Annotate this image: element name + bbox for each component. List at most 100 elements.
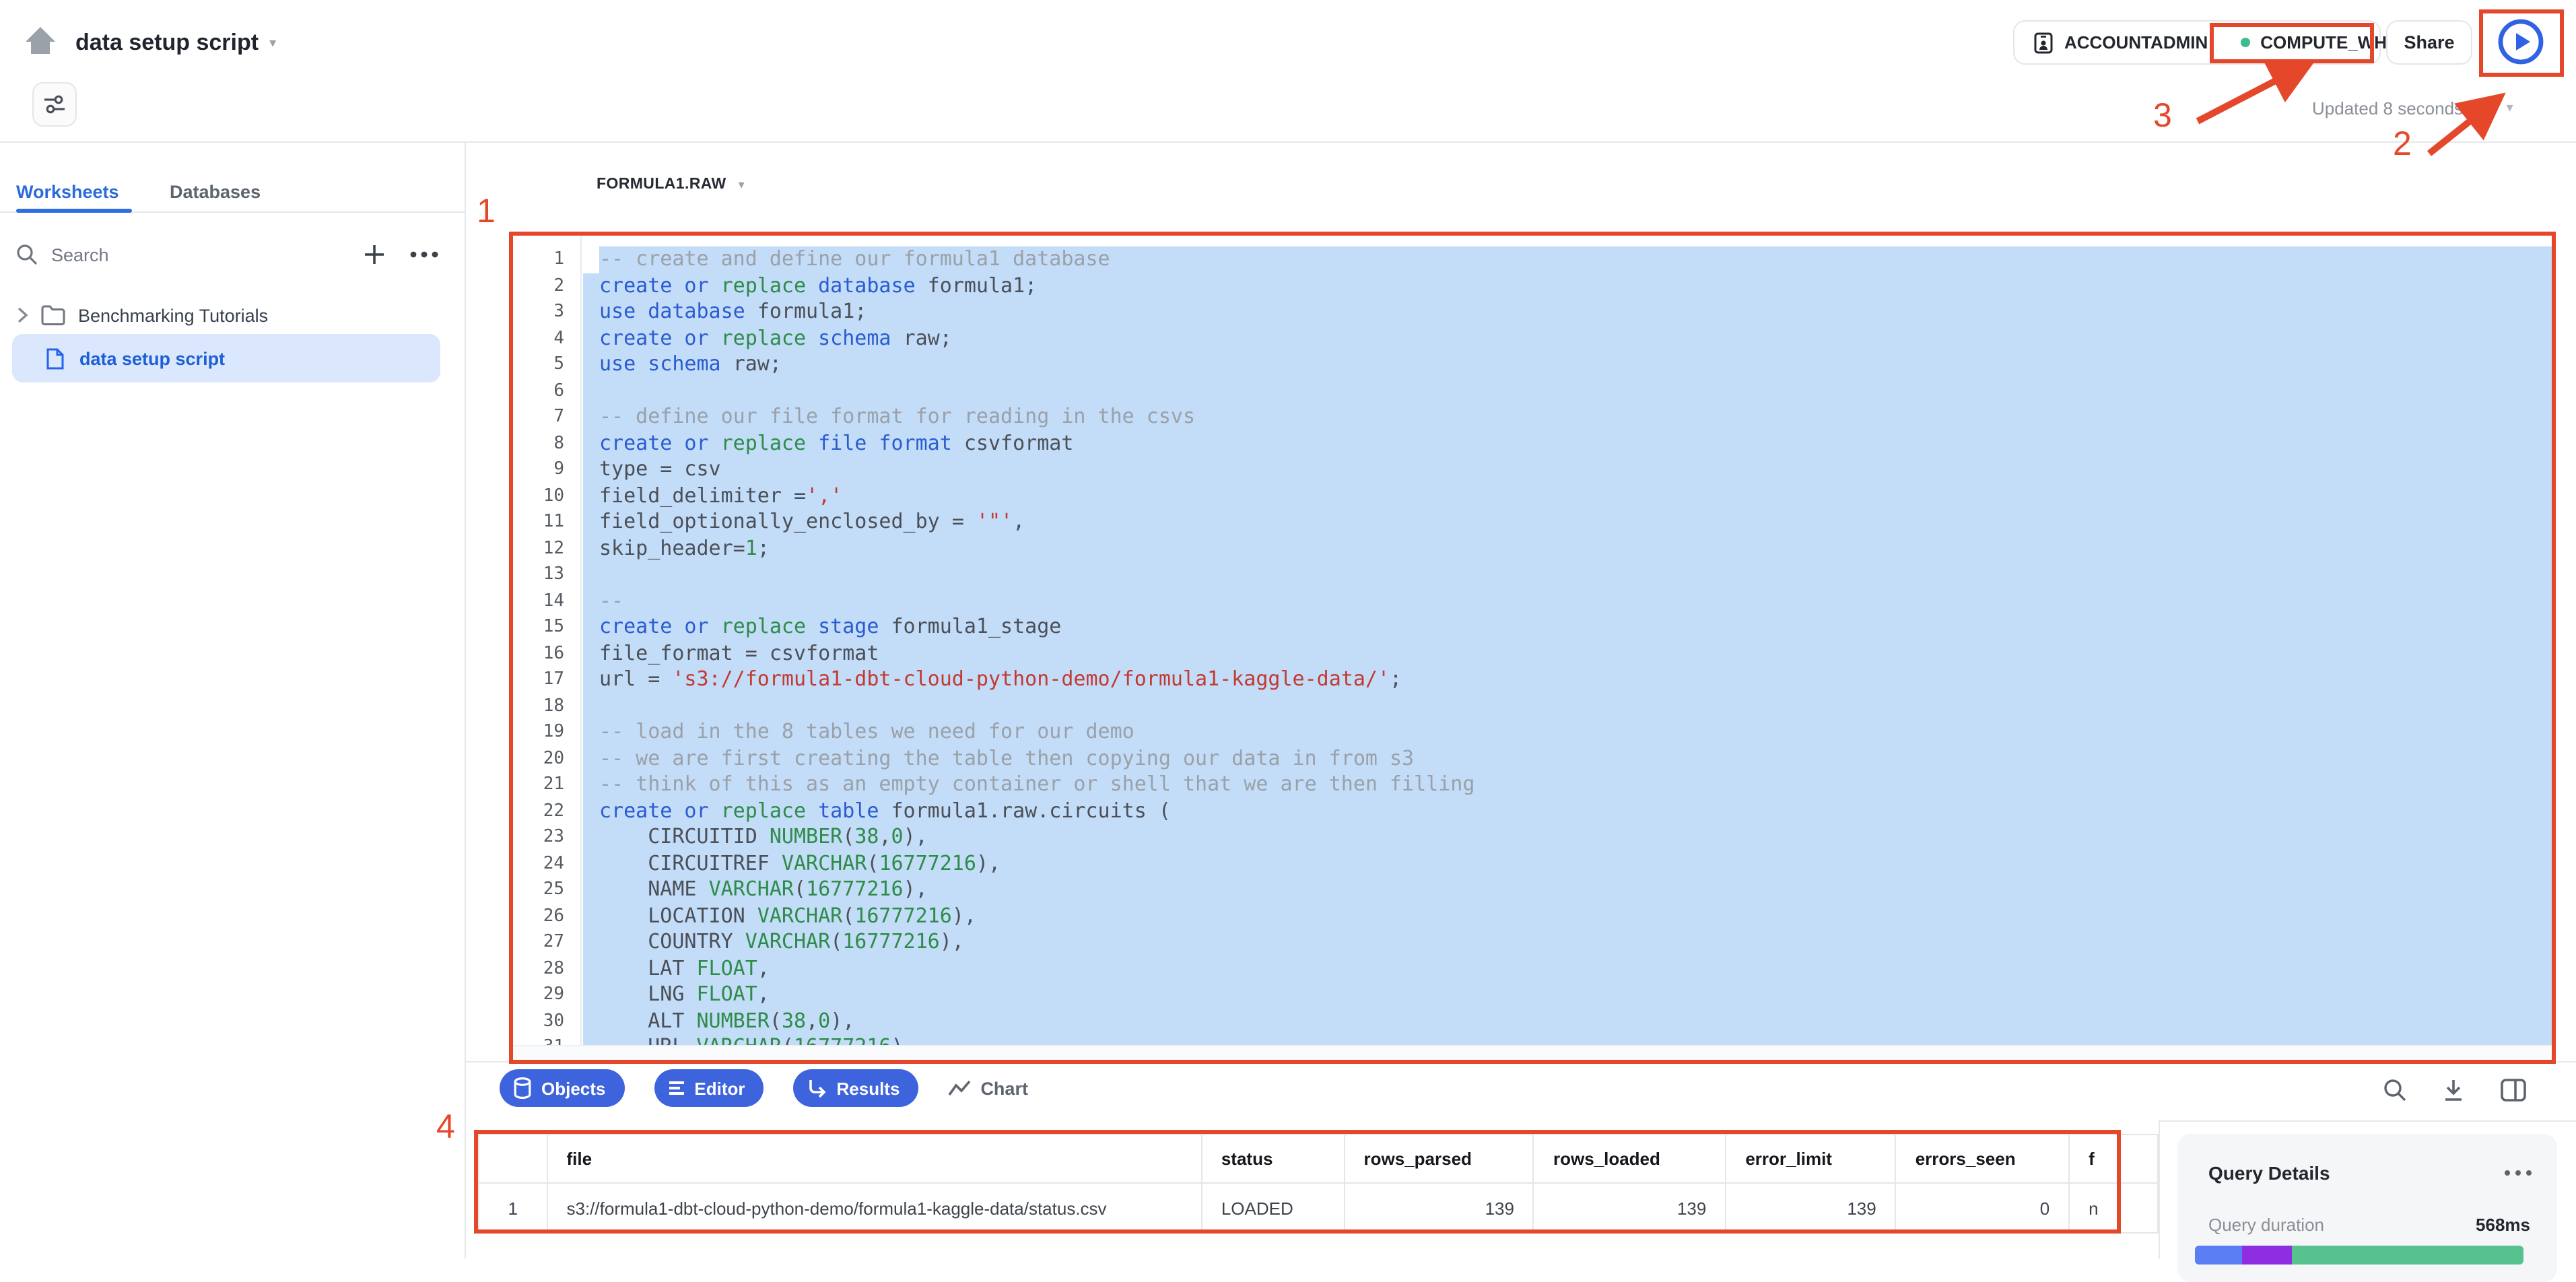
- line-number: 24: [509, 850, 580, 877]
- snowsight-worksheet-app: data setup script ▾ ACCOUNTADMIN COMPUTE…: [0, 0, 2576, 1259]
- search-results-icon[interactable]: [2383, 1079, 2406, 1102]
- sidebar-more-button[interactable]: [409, 250, 439, 259]
- annotation-arrow-3: [2198, 66, 2304, 121]
- updated-status-menu[interactable]: Updated 8 seconds ago ▾: [2312, 98, 2513, 119]
- editor-hscrollbar[interactable]: [513, 1045, 2552, 1061]
- chevron-down-icon: ▾: [2507, 101, 2513, 116]
- line-number: 9: [509, 457, 580, 483]
- code-line: LNG FLOAT,: [583, 982, 2552, 1008]
- line-number: 12: [509, 535, 580, 562]
- search-input[interactable]: Search: [16, 244, 109, 265]
- warehouse-label: COMPUTE_WH: [2260, 32, 2387, 53]
- query-details-more-button[interactable]: [2503, 1169, 2533, 1177]
- cell-error_limit: 139: [1726, 1183, 1895, 1233]
- chevron-down-icon: ▾: [739, 177, 745, 192]
- share-button[interactable]: Share: [2386, 20, 2472, 65]
- cell-status: LOADED: [1202, 1183, 1345, 1233]
- page-title: data setup script: [75, 30, 259, 57]
- toggle-objects-button[interactable]: Objects: [500, 1069, 624, 1107]
- run-button[interactable]: [2497, 18, 2545, 66]
- query-duration-value: 568ms: [2476, 1215, 2530, 1235]
- home-button[interactable]: [24, 26, 57, 55]
- annotation-label-2: 2: [2393, 125, 2412, 164]
- cell-file: s3://formula1-dbt-cloud-python-demo/form…: [547, 1183, 1202, 1233]
- tab-chart[interactable]: Chart: [948, 1078, 1028, 1098]
- results-actions: [2383, 1079, 2526, 1102]
- line-number: 14: [509, 588, 580, 614]
- tab-databases[interactable]: Databases: [170, 182, 261, 202]
- chevron-right-icon: [16, 307, 28, 323]
- column-header-rows_parsed: rows_parsed: [1345, 1135, 1534, 1183]
- annotation-label-1: 1: [477, 193, 496, 232]
- line-number: 8: [509, 430, 580, 457]
- line-number: 3: [509, 299, 580, 325]
- warehouse-selector[interactable]: COMPUTE_WH: [2227, 32, 2400, 53]
- code-line: COUNTRY VARCHAR(16777216),: [583, 929, 2552, 955]
- database-icon: [513, 1077, 532, 1099]
- chart-label: Chart: [980, 1078, 1028, 1098]
- toggle-editor-label: Editor: [694, 1078, 745, 1098]
- code-line: create or replace table formula1.raw.cir…: [583, 798, 2552, 824]
- toggle-results-button[interactable]: Results: [794, 1069, 919, 1107]
- code-line: CIRCUITREF VARCHAR(16777216),: [583, 850, 2552, 877]
- chart-line-icon: [948, 1080, 971, 1096]
- cell-rows_loaded: 139: [1534, 1183, 1726, 1233]
- line-number: 21: [509, 772, 580, 798]
- worksheet-filters-button[interactable]: [32, 82, 77, 127]
- context-pill: ACCOUNTADMIN COMPUTE_WH: [2013, 20, 2381, 65]
- active-tab-underline: [16, 209, 132, 213]
- worksheet-title-menu[interactable]: data setup script ▾: [75, 30, 276, 57]
- role-label: ACCOUNTADMIN: [2064, 32, 2208, 53]
- code-line: CIRCUITID NUMBER(38,0),: [583, 824, 2552, 850]
- code-line: NAME VARCHAR(16777216),: [583, 877, 2552, 903]
- code-line: [583, 693, 2552, 719]
- line-number: 4: [509, 325, 580, 351]
- context-selector-label: FORMULA1.RAW: [597, 176, 726, 193]
- code-line: [583, 378, 2552, 404]
- code-line: create or replace stage formula1_stage: [583, 614, 2552, 640]
- toggle-editor-button[interactable]: Editor: [654, 1069, 764, 1107]
- line-number: 19: [509, 719, 580, 745]
- tab-worksheets[interactable]: Worksheets: [16, 182, 119, 202]
- sidebar-divider: [465, 141, 466, 1259]
- column-header-error_limit: error_limit: [1726, 1135, 1895, 1183]
- editor-bottom-divider: [466, 1061, 2576, 1062]
- line-number: 23: [509, 824, 580, 850]
- line-number: 25: [509, 877, 580, 903]
- line-number: 11: [509, 509, 580, 535]
- line-number: 13: [509, 562, 580, 588]
- column-header-status: status: [1202, 1135, 1345, 1183]
- line-number: 7: [509, 404, 580, 430]
- toggle-results-label: Results: [837, 1078, 900, 1098]
- sidebar-item-data-setup-script[interactable]: data setup script: [12, 334, 440, 382]
- id-badge-icon: [2033, 32, 2054, 53]
- new-worksheet-button[interactable]: [362, 242, 386, 267]
- query-details-card: Query Details Query duration 568ms: [2177, 1134, 2557, 1282]
- table-row[interactable]: 1s3://formula1-dbt-cloud-python-demo/for…: [479, 1183, 2158, 1233]
- editor-gutter: 1234567891011121314151617181920212223242…: [509, 236, 582, 1060]
- download-icon[interactable]: [2443, 1079, 2464, 1102]
- line-number: 5: [509, 351, 580, 378]
- sql-editor[interactable]: -- create and define our formula1 databa…: [583, 236, 2552, 1045]
- context-selector[interactable]: FORMULA1.RAW ▾: [597, 176, 745, 193]
- cell-rows_parsed: 139: [1345, 1183, 1534, 1233]
- sidebar-folder-benchmarking-tutorials[interactable]: Benchmarking Tutorials: [16, 299, 447, 331]
- cell-f: n: [2069, 1183, 2158, 1233]
- query-details-title: Query Details: [2208, 1162, 2330, 1184]
- panel-toggle-toolbar: Objects Editor Results Chart: [500, 1069, 1028, 1107]
- play-icon: [2516, 33, 2530, 50]
- header-divider: [0, 141, 2576, 143]
- code-line: -- think of this as an empty container o…: [583, 772, 2552, 798]
- split-view-icon[interactable]: [2501, 1079, 2526, 1102]
- editor-lines-icon: [667, 1080, 685, 1096]
- folder-icon: [40, 304, 66, 326]
- results-return-arrow-icon: [807, 1079, 827, 1098]
- line-number: 27: [509, 929, 580, 955]
- sliders-icon: [43, 93, 66, 116]
- role-selector[interactable]: ACCOUNTADMIN: [2014, 32, 2227, 53]
- line-number: 30: [509, 1008, 580, 1034]
- code-line: use database formula1;: [583, 299, 2552, 325]
- code-line: type = csv: [583, 457, 2552, 483]
- column-header-file: file: [547, 1135, 1202, 1183]
- code-line: create or replace database formula1;: [583, 273, 2552, 299]
